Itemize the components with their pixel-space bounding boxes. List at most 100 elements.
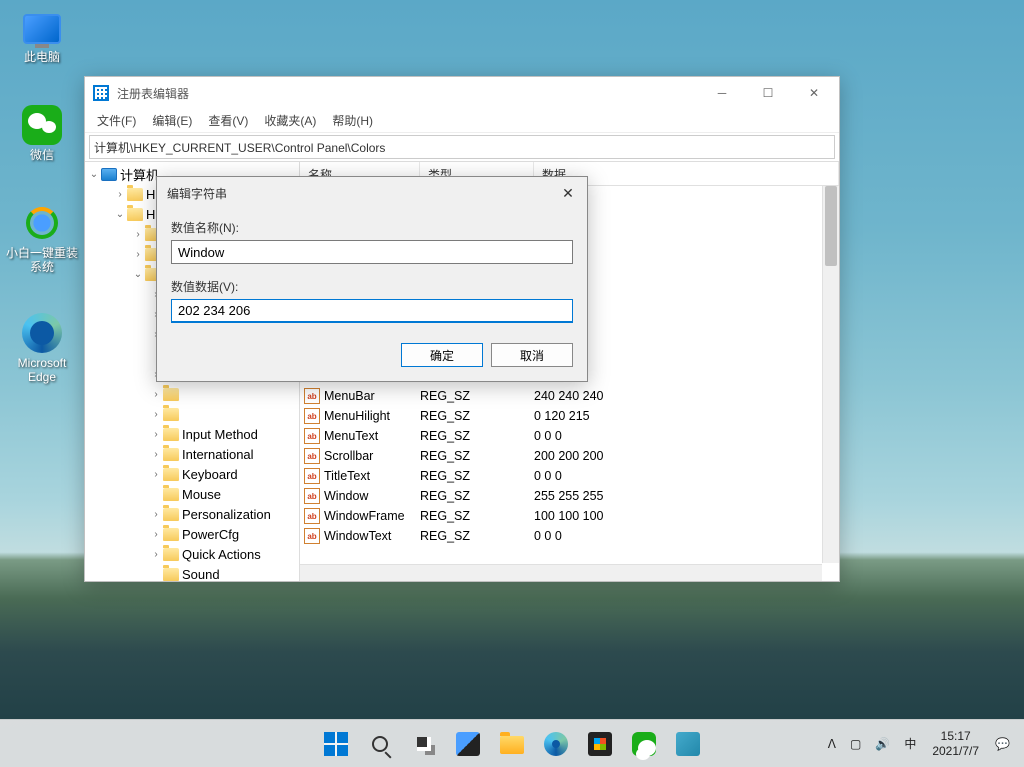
menu-favorites[interactable]: 收藏夹(A) [256, 110, 324, 131]
notifications-icon[interactable]: 💬 [989, 733, 1016, 755]
cube-icon [676, 732, 700, 756]
explorer-button[interactable] [492, 724, 532, 764]
pc-icon [23, 14, 61, 44]
store-button[interactable] [580, 724, 620, 764]
string-icon [304, 468, 320, 484]
string-icon [304, 488, 320, 504]
tree-item[interactable]: ›Quick Actions [87, 544, 297, 564]
search-icon [372, 736, 388, 752]
list-row[interactable]: ScrollbarREG_SZ200 200 200 [300, 446, 839, 466]
dialog-close-button[interactable]: ✕ [553, 178, 583, 208]
value-data-input[interactable] [171, 299, 573, 323]
list-row[interactable]: TitleTextREG_SZ0 0 0 [300, 466, 839, 486]
dialog-title-text: 编辑字符串 [167, 185, 553, 202]
cancel-button[interactable]: 取消 [491, 343, 573, 367]
folder-icon [163, 428, 179, 441]
folder-icon [127, 188, 143, 201]
value-name-label: 数值名称(N): [171, 219, 573, 236]
horizontal-scrollbar[interactable] [300, 564, 822, 581]
clock[interactable]: 15:17 2021/7/7 [924, 729, 987, 758]
vertical-scrollbar[interactable] [822, 186, 839, 563]
twisty-icon[interactable]: › [131, 249, 145, 260]
list-row[interactable]: MenuTextREG_SZ0 0 0 [300, 426, 839, 446]
folder-icon [127, 208, 143, 221]
tree-item[interactable]: › [87, 384, 297, 404]
address-bar[interactable]: 计算机\HKEY_CURRENT_USER\Control Panel\Colo… [89, 135, 835, 159]
tree-item[interactable]: › [87, 404, 297, 424]
value-data-label: 数值数据(V): [171, 278, 573, 295]
volume-icon[interactable]: 🔊 [869, 733, 896, 755]
menu-file[interactable]: 文件(F) [89, 110, 144, 131]
twisty-icon[interactable]: › [149, 469, 163, 480]
string-icon [304, 428, 320, 444]
app-button[interactable] [668, 724, 708, 764]
edge-taskbar-button[interactable] [536, 724, 576, 764]
network-icon[interactable]: ▢ [844, 733, 867, 755]
menubar: 文件(F) 编辑(E) 查看(V) 收藏夹(A) 帮助(H) [85, 109, 839, 133]
computer-icon [101, 168, 117, 181]
string-icon [304, 388, 320, 404]
minimize-button[interactable]: ─ [699, 77, 745, 109]
menu-edit[interactable]: 编辑(E) [144, 110, 200, 131]
tree-item[interactable]: Mouse [87, 484, 297, 504]
search-button[interactable] [360, 724, 400, 764]
reinstall-icon [22, 203, 62, 243]
wechat-taskbar-button[interactable] [624, 724, 664, 764]
folder-icon [163, 508, 179, 521]
list-row[interactable]: WindowREG_SZ255 255 255 [300, 486, 839, 506]
tray-chevron[interactable]: ᐱ [822, 733, 842, 755]
twisty-icon[interactable]: › [149, 509, 163, 520]
desktop-icon-edge[interactable]: Microsoft Edge [4, 312, 80, 385]
folder-icon [163, 528, 179, 541]
folder-icon [163, 408, 179, 421]
list-row[interactable]: MenuBarREG_SZ240 240 240 [300, 386, 839, 406]
maximize-button[interactable]: ☐ [745, 77, 791, 109]
folder-icon [163, 568, 179, 581]
list-row[interactable]: MenuHilightREG_SZ0 120 215 [300, 406, 839, 426]
desktop-icon-reinstall[interactable]: 小白一键重装 系统 [4, 202, 80, 275]
twisty-icon[interactable]: › [149, 389, 163, 400]
taskview-button[interactable] [404, 724, 444, 764]
twisty-icon[interactable]: › [149, 449, 163, 460]
twisty-icon[interactable]: › [113, 189, 127, 200]
tree-item[interactable]: ›Personalization [87, 504, 297, 524]
edit-string-dialog: 编辑字符串 ✕ 数值名称(N): 数值数据(V): 确定 取消 [156, 176, 588, 382]
tree-item[interactable]: ›Keyboard [87, 464, 297, 484]
widgets-button[interactable] [448, 724, 488, 764]
list-row[interactable]: WindowTextREG_SZ0 0 0 [300, 526, 839, 546]
ime-indicator[interactable]: 中 [898, 731, 922, 756]
twisty-icon[interactable]: › [131, 229, 145, 240]
folder-icon [163, 488, 179, 501]
tree-item[interactable]: ›Input Method [87, 424, 297, 444]
folder-icon [163, 388, 179, 401]
menu-view[interactable]: 查看(V) [200, 110, 256, 131]
desktop-icon-wechat[interactable]: 微信 [4, 104, 80, 162]
list-row[interactable]: WindowFrameREG_SZ100 100 100 [300, 506, 839, 526]
edge-icon [544, 732, 568, 756]
regedit-titlebar[interactable]: 注册表编辑器 ─ ☐ ✕ [85, 77, 839, 109]
menu-help[interactable]: 帮助(H) [324, 110, 381, 131]
twisty-icon[interactable]: › [149, 529, 163, 540]
folder-icon [163, 548, 179, 561]
twisty-icon[interactable]: › [149, 429, 163, 440]
ok-button[interactable]: 确定 [401, 343, 483, 367]
desktop-icon-this-pc[interactable]: 此电脑 [4, 6, 80, 64]
regedit-icon [93, 85, 109, 101]
twisty-icon[interactable]: ⌄ [87, 169, 101, 180]
twisty-icon[interactable]: ⌄ [113, 209, 127, 220]
string-icon [304, 408, 320, 424]
string-icon [304, 448, 320, 464]
taskview-icon [417, 737, 431, 751]
close-button[interactable]: ✕ [791, 77, 837, 109]
twisty-icon[interactable]: › [149, 549, 163, 560]
tree-item[interactable]: Sound [87, 564, 297, 581]
edge-icon [22, 313, 62, 353]
twisty-icon[interactable]: ⌄ [131, 269, 145, 280]
twisty-icon[interactable]: › [149, 409, 163, 420]
tree-item[interactable]: ›International [87, 444, 297, 464]
start-button[interactable] [316, 724, 356, 764]
tree-item[interactable]: ›PowerCfg [87, 524, 297, 544]
dialog-titlebar[interactable]: 编辑字符串 ✕ [157, 177, 587, 209]
string-icon [304, 508, 320, 524]
value-name-input[interactable] [171, 240, 573, 264]
